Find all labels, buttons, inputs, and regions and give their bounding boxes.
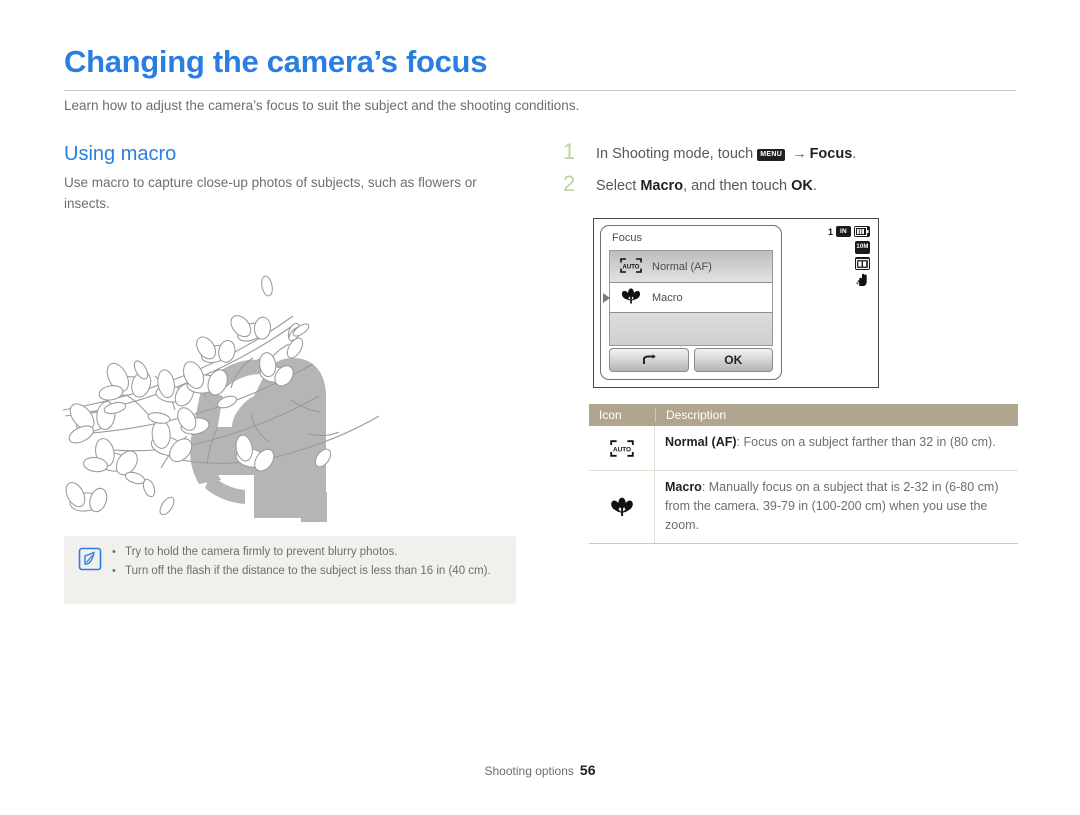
table-header-description: Description [655, 408, 1018, 422]
resolution-icon: 10M [855, 241, 870, 254]
table-cell-description: Macro: Manually focus on a subject that … [655, 471, 1018, 543]
status-icon-stack: 10M [812, 241, 870, 292]
table-header-row: Icon Description [589, 404, 1018, 426]
hand-shake-icon [856, 273, 870, 292]
note-item: Try to hold the camera firmly to prevent… [112, 543, 504, 561]
right-arrow-icon: → [792, 146, 807, 162]
focus-option-list: AUTO Normal (AF) Macro [603, 250, 773, 346]
camera-screen: Focus AUTO Normal (AF) Macro OK 1 IN 10M [593, 218, 879, 388]
table-term: Normal (AF) [665, 435, 737, 449]
svg-text:AUTO: AUTO [613, 446, 631, 453]
magnolia-photographer-illustration [55, 222, 415, 522]
menu-button-icon: MENU [757, 149, 786, 161]
step-2-bold: Macro [640, 178, 684, 194]
steps-list: 1 In Shooting mode, touch MENU → Focus. 2… [563, 139, 1023, 205]
step-1-pre: In Shooting mode, touch [596, 146, 754, 162]
auto-focus-icon: AUTO [610, 257, 652, 276]
dialog-buttons: OK [609, 348, 773, 372]
page-footer: Shooting options 56 [0, 762, 1080, 778]
face-detect-icon [855, 257, 870, 270]
macro-flower-icon [610, 288, 652, 307]
table-term: Macro [665, 480, 702, 494]
section-heading: Using macro [64, 143, 177, 165]
svg-text:AUTO: AUTO [623, 264, 640, 270]
focus-option-label: Normal (AF) [652, 260, 712, 273]
ok-label: OK [791, 178, 813, 194]
step-2-pre: Select [596, 178, 637, 194]
focus-option-empty [610, 313, 772, 344]
manual-page: Changing the camera’s focus Learn how to… [0, 0, 1080, 815]
table-row: Macro: Manually focus on a subject that … [589, 471, 1018, 544]
macro-flower-icon [589, 471, 655, 543]
selection-caret-icon [603, 293, 610, 303]
auto-focus-icon: AUTO [589, 426, 655, 470]
table-row: AUTO Normal (AF): Focus on a subject far… [589, 426, 1018, 471]
icon-description-table: Icon Description AUTO Normal (AF): Focus… [589, 404, 1018, 544]
step-1: 1 In Shooting mode, touch MENU → Focus. [563, 139, 1023, 169]
back-arrow-icon [642, 353, 656, 364]
title-divider [64, 90, 1016, 91]
title-block: Changing the camera’s focus [64, 44, 1016, 91]
intro-paragraph: Learn how to adjust the camera’s focus t… [64, 98, 580, 113]
step-text: Select Macro, and then touch OK. [596, 178, 817, 194]
step-2-mid: , and then touch [683, 178, 788, 194]
battery-full-icon [854, 226, 870, 237]
camera-screen-inner: Focus AUTO Normal (AF) Macro OK 1 IN 10M [594, 219, 878, 387]
note-box: Try to hold the camera firmly to prevent… [64, 536, 516, 604]
shots-remaining: 1 [827, 226, 833, 237]
step-number: 2 [563, 171, 576, 196]
focus-option-normal-af[interactable]: AUTO Normal (AF) [610, 251, 772, 282]
ok-button[interactable]: OK [693, 348, 773, 372]
footer-section: Shooting options [484, 764, 574, 778]
table-term-text: : Focus on a subject farther than 32 in … [736, 435, 996, 449]
left-paragraph: Use macro to capture close-up photos of … [64, 175, 477, 211]
step-1-bold: Focus [809, 146, 853, 162]
table-cell-description: Normal (AF): Focus on a subject farther … [655, 426, 1018, 470]
table-term-text: : Manually focus on a subject that is 2-… [665, 480, 999, 532]
focus-option-macro[interactable]: Macro [603, 282, 772, 313]
step-number: 1 [563, 139, 576, 164]
status-top-row: 1 IN [812, 225, 870, 238]
footer-page-number: 56 [579, 762, 596, 778]
step-2: 2 Select Macro, and then touch OK. [563, 171, 1023, 201]
note-pen-icon [78, 547, 102, 571]
table-header-icon: Icon [599, 408, 622, 422]
step-text: In Shooting mode, touch MENU → Focus. [596, 146, 856, 162]
internal-memory-icon: IN [836, 226, 851, 237]
note-list: Try to hold the camera firmly to prevent… [112, 543, 504, 581]
note-item: Turn off the flash if the distance to th… [112, 562, 504, 580]
focus-dialog-title: Focus [612, 232, 642, 244]
camera-status-icons: 1 IN 10M [812, 225, 870, 292]
focus-option-label: Macro [652, 291, 683, 304]
step-1-post: . [852, 146, 857, 162]
focus-dialog: Focus AUTO Normal (AF) Macro OK [600, 225, 782, 380]
step-2-post: . [812, 178, 817, 194]
page-title: Changing the camera’s focus [64, 44, 488, 79]
back-button[interactable] [609, 348, 689, 372]
